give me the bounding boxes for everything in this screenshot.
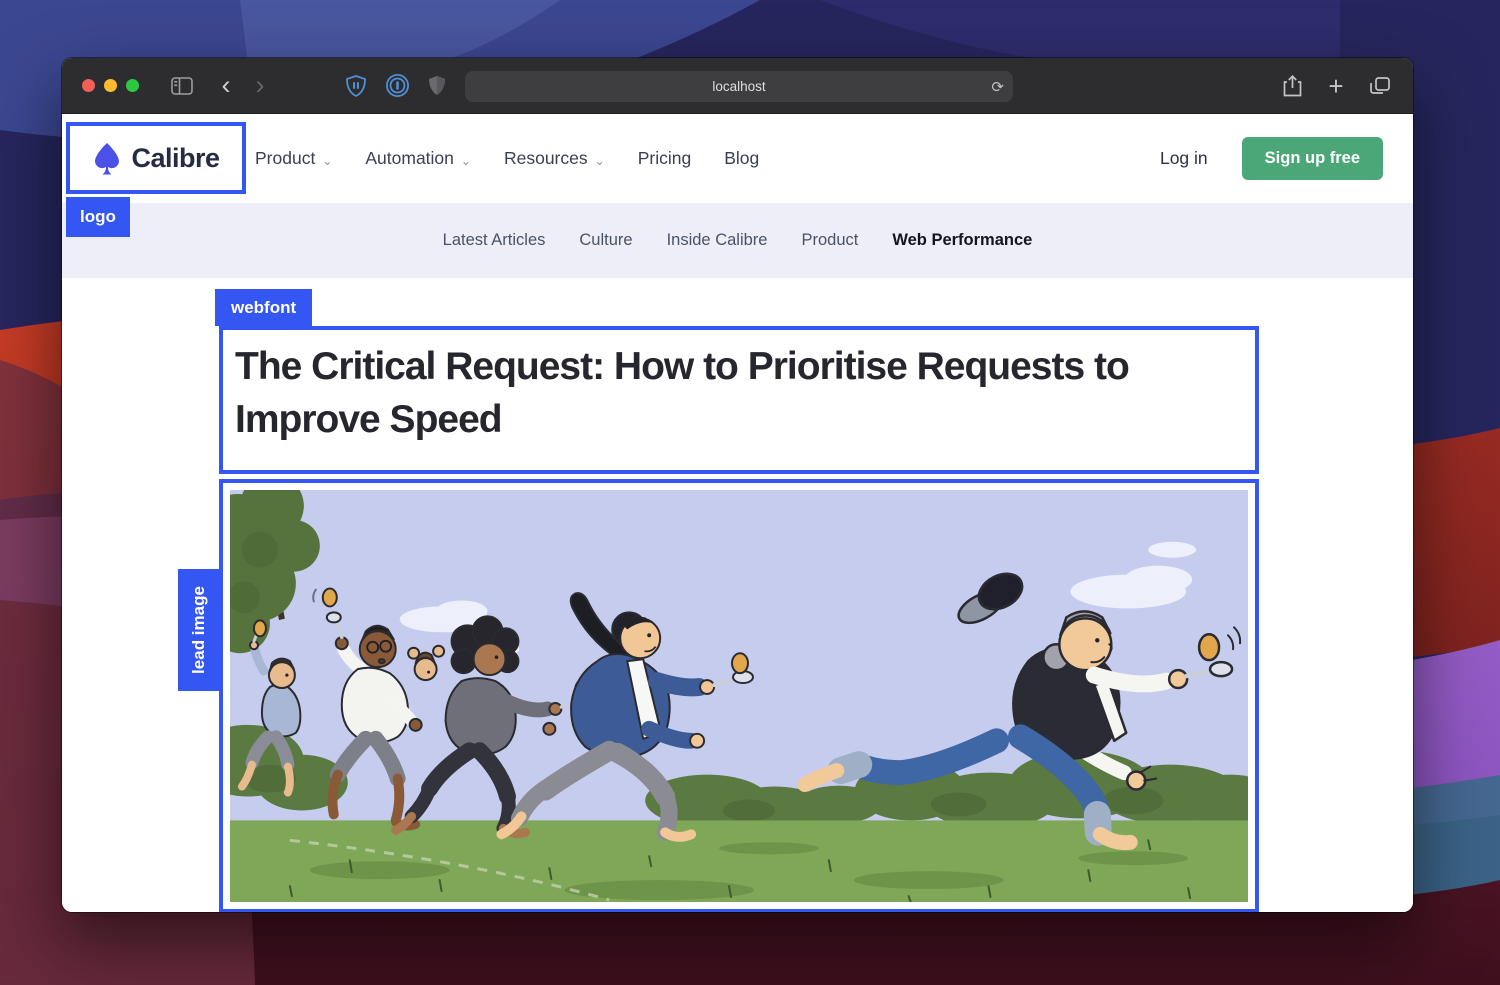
- annotation-label-webfont: webfont: [215, 289, 312, 326]
- webpage: Calibre logo Product ⌄ Automation ⌄ Reso…: [62, 114, 1413, 912]
- header-actions: Log in Sign up free: [1160, 114, 1383, 203]
- subnav-item-web-performance[interactable]: Web Performance: [892, 231, 1032, 250]
- titlebar-right-icons: +: [1275, 58, 1397, 113]
- sidebar-toggle-icon[interactable]: [165, 71, 199, 101]
- chevron-down-icon: ⌄: [461, 154, 471, 168]
- zoom-window-button[interactable]: [126, 79, 139, 92]
- reload-icon[interactable]: ⟳: [991, 78, 1004, 96]
- login-link[interactable]: Log in: [1160, 148, 1208, 169]
- browser-titlebar: ‹ › localhost ⟳ +: [62, 58, 1413, 114]
- browser-window: ‹ › localhost ⟳ +: [62, 58, 1413, 912]
- lead-image-annotation-box: [219, 479, 1259, 912]
- logo-wordmark: Calibre: [131, 143, 219, 174]
- chevron-down-icon: ⌄: [322, 154, 332, 168]
- nav-item-pricing[interactable]: Pricing: [638, 148, 692, 169]
- article-title: The Critical Request: How to Prioritise …: [235, 340, 1243, 446]
- chevron-down-icon: ⌄: [595, 154, 605, 168]
- url-text: localhost: [712, 79, 765, 94]
- signup-button[interactable]: Sign up free: [1242, 137, 1383, 180]
- desktop: { "browser": { "url": "localhost", "back…: [0, 0, 1500, 985]
- new-tab-button[interactable]: +: [1319, 70, 1353, 102]
- close-window-button[interactable]: [82, 79, 95, 92]
- subnav-item-inside-calibre[interactable]: Inside Calibre: [667, 231, 768, 250]
- privacy-shield-icon[interactable]: [420, 71, 454, 101]
- back-button[interactable]: ‹: [209, 70, 243, 102]
- site-header: Calibre logo Product ⌄ Automation ⌄ Reso…: [62, 114, 1413, 203]
- traffic-lights: [82, 79, 139, 92]
- primary-nav: Product ⌄ Automation ⌄ Resources ⌄ Prici…: [255, 114, 759, 203]
- nav-item-resources[interactable]: Resources ⌄: [504, 148, 605, 169]
- logo-annotation-box[interactable]: Calibre: [66, 122, 246, 194]
- subnav-item-latest-articles[interactable]: Latest Articles: [443, 231, 546, 250]
- lead-image: [230, 490, 1248, 902]
- annotation-label-logo: logo: [66, 197, 130, 237]
- content-blocker-shield-icon[interactable]: [339, 71, 373, 101]
- subnav-item-product[interactable]: Product: [801, 231, 858, 250]
- annotation-label-lead-image: lead image: [178, 569, 219, 691]
- share-icon[interactable]: [1275, 71, 1309, 101]
- subnav-item-culture[interactable]: Culture: [579, 231, 632, 250]
- blog-category-nav: Latest Articles Culture Inside Calibre P…: [62, 203, 1413, 278]
- forward-button[interactable]: ›: [243, 70, 277, 102]
- minimize-window-button[interactable]: [104, 79, 117, 92]
- tab-overview-icon[interactable]: [1363, 71, 1397, 101]
- spade-logo-icon: [92, 142, 122, 175]
- 1password-icon[interactable]: [380, 71, 414, 101]
- nav-item-blog[interactable]: Blog: [724, 148, 759, 169]
- title-annotation-box: The Critical Request: How to Prioritise …: [219, 326, 1259, 474]
- nav-item-automation[interactable]: Automation ⌄: [365, 148, 471, 169]
- address-bar[interactable]: localhost ⟳: [465, 71, 1013, 102]
- nav-item-product[interactable]: Product ⌄: [255, 148, 332, 169]
